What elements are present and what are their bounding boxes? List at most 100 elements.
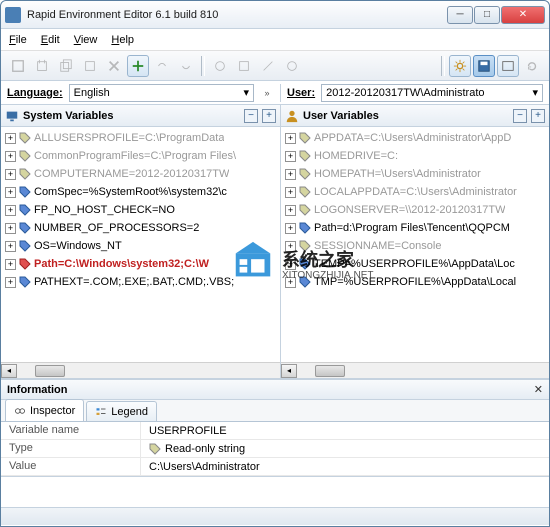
error-tag-icon <box>19 258 31 270</box>
tree-row[interactable]: +APPDATA=C:\Users\Administrator\AppD <box>281 129 549 147</box>
tab-inspector[interactable]: Inspector <box>5 399 84 421</box>
tree-row-text: SESSIONNAME=Console <box>314 240 441 252</box>
collapse-button[interactable]: − <box>244 109 258 123</box>
menu-view[interactable]: View <box>74 34 98 46</box>
user-value: 2012-20120317TW\Administrato <box>326 87 484 99</box>
system-tree[interactable]: +ALLUSERSPROFILE=C:\ProgramData+CommonPr… <box>1 127 280 362</box>
chevron-down-icon: ▾ <box>243 86 249 99</box>
horizontal-scrollbar[interactable]: ◂ <box>1 362 280 378</box>
toolbar-btn-refresh[interactable] <box>521 55 543 77</box>
expand-icon[interactable]: + <box>5 151 16 162</box>
info-close-button[interactable]: ✕ <box>534 383 543 396</box>
readonly-tag-icon <box>299 240 311 252</box>
close-button[interactable]: ✕ <box>501 6 545 24</box>
toolbar-sep-2 <box>441 56 445 76</box>
tree-row[interactable]: + SESSIONNAME=Console <box>281 237 549 255</box>
toolbar-btn-delete[interactable] <box>103 55 125 77</box>
toolbar-btn-add[interactable] <box>127 55 149 77</box>
toolbar-btn-10[interactable] <box>233 55 255 77</box>
toolbar-btn-save[interactable] <box>473 55 495 77</box>
system-variables-panel: System Variables − + +ALLUSERSPROFILE=C:… <box>1 105 281 378</box>
tree-row[interactable]: +HOMEDRIVE=C: <box>281 147 549 165</box>
window-title: Rapid Environment Editor 6.1 build 810 <box>27 9 447 21</box>
expand-icon[interactable]: + <box>5 259 16 270</box>
tree-row[interactable]: +FP_NO_HOST_CHECK=NO <box>1 201 280 219</box>
tag-icon <box>19 240 31 252</box>
toolbar-btn-3[interactable] <box>55 55 77 77</box>
expand-icon[interactable]: + <box>285 241 296 252</box>
tree-row[interactable]: +ComSpec=%SystemRoot%\system32\c <box>1 183 280 201</box>
expand-icon[interactable]: + <box>285 259 296 270</box>
expand-icon[interactable]: + <box>5 223 16 234</box>
type-label: Type <box>1 440 141 457</box>
tree-row-text: LOCALAPPDATA=C:\Users\Administrator <box>314 186 517 198</box>
toolbar-btn-gear[interactable] <box>449 55 471 77</box>
tree-row[interactable]: + CommonProgramFiles=C:\Program Files\ <box>1 147 280 165</box>
expand-icon[interactable]: + <box>5 169 16 180</box>
window: Rapid Environment Editor 6.1 build 810 ─… <box>0 0 550 527</box>
toolbar-btn-4[interactable] <box>79 55 101 77</box>
user-panel-title: User Variables <box>303 110 509 122</box>
expand-button[interactable]: + <box>262 109 276 123</box>
tree-row-text: TEMP=%USERPROFILE%\AppData\Loc <box>314 258 515 270</box>
minimize-button[interactable]: ─ <box>447 6 473 24</box>
toolbar-btn-8[interactable] <box>175 55 197 77</box>
user-tree[interactable]: +APPDATA=C:\Users\Administrator\AppD+HOM… <box>281 127 549 362</box>
expand-icon[interactable]: + <box>285 277 296 288</box>
expand-icon[interactable]: + <box>285 205 296 216</box>
horizontal-scrollbar[interactable]: ◂ <box>281 362 549 378</box>
readonly-tag-icon <box>19 132 31 144</box>
tree-row-text: CommonProgramFiles=C:\Program Files\ <box>34 150 236 162</box>
tree-row[interactable]: +TMP=%USERPROFILE%\AppData\Local <box>281 273 549 291</box>
tree-row[interactable]: +COMPUTERNAME=2012-20120317TW <box>1 165 280 183</box>
scroll-left-icon[interactable]: ◂ <box>281 364 297 378</box>
expand-icon[interactable]: + <box>5 241 16 252</box>
maximize-button[interactable]: □ <box>474 6 500 24</box>
toolbar-btn-14[interactable] <box>497 55 519 77</box>
language-select[interactable]: English ▾ <box>69 84 254 102</box>
expand-icon[interactable]: + <box>285 223 296 234</box>
menu-file[interactable]: File <box>9 34 27 46</box>
tree-row[interactable]: +LOGONSERVER=\\2012-20120317TW <box>281 201 549 219</box>
tree-row[interactable]: +Path=C:\Windows\system32;C:\W <box>1 255 280 273</box>
readonly-tag-icon <box>299 150 311 162</box>
menu-edit[interactable]: Edit <box>41 34 60 46</box>
toolbar-btn-11[interactable] <box>257 55 279 77</box>
expand-button[interactable]: + <box>531 109 545 123</box>
tree-row[interactable]: + OS=Windows_NT <box>1 237 280 255</box>
toolbar-btn-1[interactable] <box>7 55 29 77</box>
expand-icon[interactable]: + <box>5 187 16 198</box>
info-row-type: Type Read-only string <box>1 440 549 458</box>
toolbar-btn-2[interactable] <box>31 55 53 77</box>
expand-arrow-icon[interactable]: » <box>260 88 274 98</box>
tag-icon <box>19 222 31 234</box>
user-panel-header: User Variables − + <box>281 105 549 127</box>
tree-row[interactable]: + TEMP=%USERPROFILE%\AppData\Loc <box>281 255 549 273</box>
tree-row-text: OS=Windows_NT <box>34 240 122 252</box>
tree-row[interactable]: +Path=d:\Program Files\Tencent\QQPCM <box>281 219 549 237</box>
scroll-thumb[interactable] <box>35 365 65 377</box>
scroll-thumb[interactable] <box>315 365 345 377</box>
collapse-button[interactable]: − <box>513 109 527 123</box>
tree-row[interactable]: +NUMBER_OF_PROCESSORS=2 <box>1 219 280 237</box>
tree-row[interactable]: +ALLUSERSPROFILE=C:\ProgramData <box>1 129 280 147</box>
toolbar-btn-9[interactable] <box>209 55 231 77</box>
titlebar: Rapid Environment Editor 6.1 build 810 ─… <box>1 1 549 29</box>
menu-help[interactable]: Help <box>111 34 134 46</box>
toolbar-btn-12[interactable] <box>281 55 303 77</box>
scroll-left-icon[interactable]: ◂ <box>1 364 17 378</box>
toolbar-btn-7[interactable] <box>151 55 173 77</box>
expand-icon[interactable]: + <box>285 133 296 144</box>
expand-icon[interactable]: + <box>5 277 16 288</box>
window-controls: ─ □ ✕ <box>447 6 545 24</box>
tab-legend[interactable]: Legend <box>86 401 157 421</box>
expand-icon[interactable]: + <box>285 187 296 198</box>
tree-row[interactable]: +PATHEXT=.COM;.EXE;.BAT;.CMD;.VBS; <box>1 273 280 291</box>
expand-icon[interactable]: + <box>285 151 296 162</box>
expand-icon[interactable]: + <box>5 133 16 144</box>
tree-row[interactable]: +HOMEPATH=\Users\Administrator <box>281 165 549 183</box>
expand-icon[interactable]: + <box>5 205 16 216</box>
user-select[interactable]: 2012-20120317TW\Administrato ▾ <box>321 84 543 102</box>
expand-icon[interactable]: + <box>285 169 296 180</box>
tree-row[interactable]: + LOCALAPPDATA=C:\Users\Administrator <box>281 183 549 201</box>
